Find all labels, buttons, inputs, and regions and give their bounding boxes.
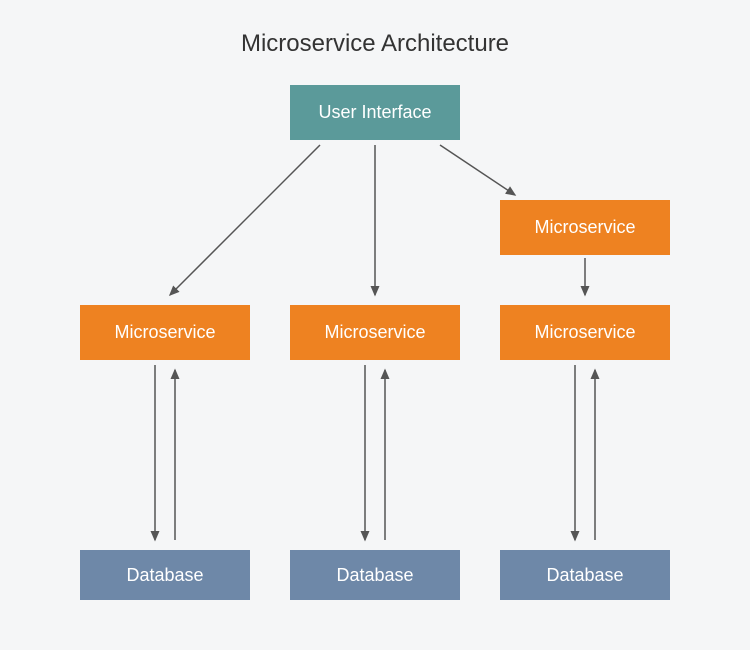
node-label: Microservice — [114, 322, 215, 343]
microservice-top-node: Microservice — [500, 200, 670, 255]
database-3-node: Database — [500, 550, 670, 600]
microservice-1-node: Microservice — [80, 305, 250, 360]
database-2-node: Database — [290, 550, 460, 600]
user-interface-node: User Interface — [290, 85, 460, 140]
node-label: Database — [126, 565, 203, 586]
microservice-3-node: Microservice — [500, 305, 670, 360]
node-label: Microservice — [324, 322, 425, 343]
node-label: Microservice — [534, 322, 635, 343]
arrow-ui-to-ms1 — [170, 145, 320, 295]
database-1-node: Database — [80, 550, 250, 600]
arrow-ui-to-mstop — [440, 145, 515, 195]
node-label: User Interface — [318, 102, 431, 123]
microservice-2-node: Microservice — [290, 305, 460, 360]
node-label: Microservice — [534, 217, 635, 238]
node-label: Database — [336, 565, 413, 586]
diagram-title: Microservice Architecture — [0, 0, 750, 58]
node-label: Database — [546, 565, 623, 586]
